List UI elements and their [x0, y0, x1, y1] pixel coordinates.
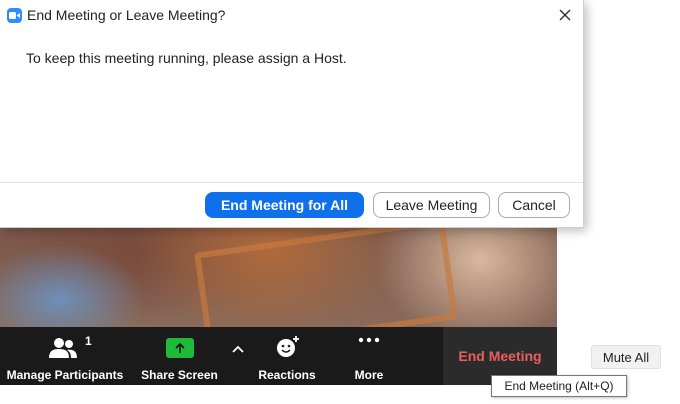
end-meeting-for-all-button[interactable]: End Meeting for All	[205, 192, 364, 218]
end-meeting-label: End Meeting	[458, 348, 542, 364]
reactions-button[interactable]: Reactions	[252, 327, 322, 385]
people-icon	[49, 338, 77, 358]
dialog-message: To keep this meeting running, please ass…	[26, 50, 347, 66]
dialog-divider	[0, 182, 583, 183]
emoji-add-icon	[277, 336, 299, 357]
cancel-button[interactable]: Cancel	[498, 192, 570, 218]
end-meeting-dialog: End Meeting or Leave Meeting? To keep th…	[0, 0, 584, 228]
manage-participants-button[interactable]: 1 Manage Participants	[0, 327, 130, 385]
participant-count: 1	[85, 334, 92, 348]
reactions-label: Reactions	[258, 368, 316, 382]
more-button[interactable]: More	[345, 327, 393, 385]
arrow-up-icon	[175, 342, 185, 353]
dialog-title-bar: End Meeting or Leave Meeting?	[0, 0, 583, 32]
mute-all-button[interactable]: Mute All	[591, 345, 661, 369]
manage-participants-label: Manage Participants	[6, 368, 124, 382]
dialog-title: End Meeting or Leave Meeting?	[27, 7, 226, 23]
share-screen-label: Share Screen	[141, 368, 218, 382]
leave-meeting-button[interactable]: Leave Meeting	[373, 192, 490, 218]
share-screen-button[interactable]: Share Screen	[137, 327, 222, 385]
close-button[interactable]	[553, 4, 577, 26]
share-options-caret[interactable]	[228, 327, 248, 385]
more-label: More	[354, 368, 384, 382]
end-meeting-tooltip: End Meeting (Alt+Q)	[491, 375, 627, 397]
zoom-camera-icon	[7, 8, 22, 23]
close-icon	[559, 9, 571, 21]
chevron-up-icon	[232, 345, 244, 353]
share-screen-icon	[166, 338, 194, 358]
ellipsis-icon	[358, 337, 380, 343]
